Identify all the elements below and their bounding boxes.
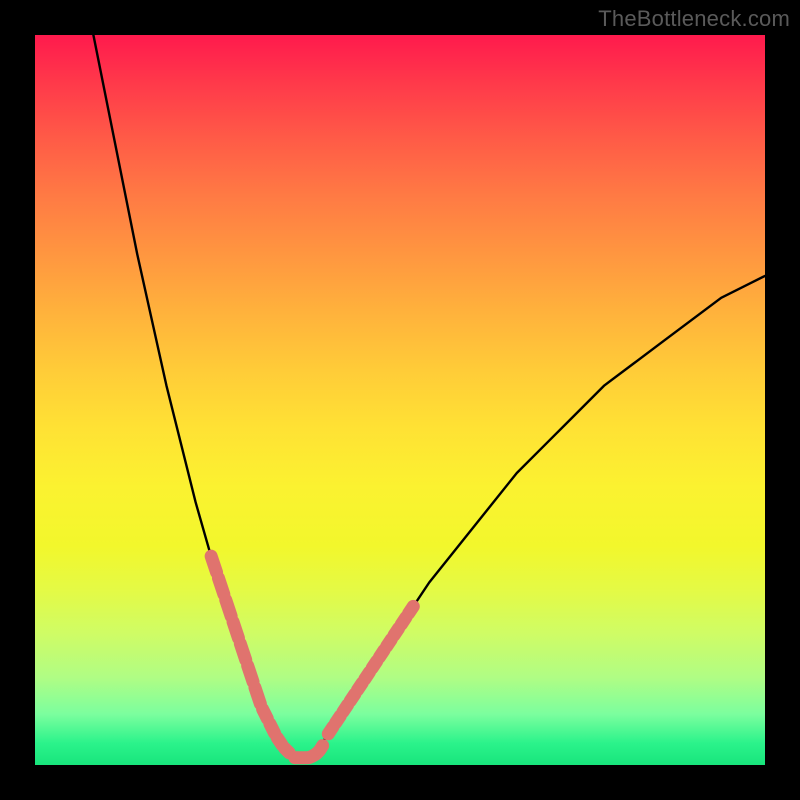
bottleneck-curve-path (93, 35, 765, 758)
curve-svg (35, 35, 765, 765)
markers-left-branch (211, 556, 289, 753)
marker-segment (240, 644, 245, 660)
marker-segment (248, 666, 253, 682)
chart-container: TheBottleneck.com (0, 0, 800, 800)
marker-segment (211, 556, 216, 572)
markers-valley-floor (295, 746, 323, 758)
markers-right-branch (328, 606, 413, 733)
marker-segment (270, 724, 275, 733)
marker-segment (285, 748, 290, 753)
marker-segment (218, 578, 223, 594)
marker-segment (233, 622, 238, 638)
marker-segment (263, 709, 268, 718)
plot-area (35, 35, 765, 765)
marker-segment (226, 600, 231, 616)
marker-segment (255, 688, 260, 704)
marker-segment (320, 746, 322, 750)
marker-segment (409, 606, 414, 613)
watermark-text: TheBottleneck.com (598, 6, 790, 32)
